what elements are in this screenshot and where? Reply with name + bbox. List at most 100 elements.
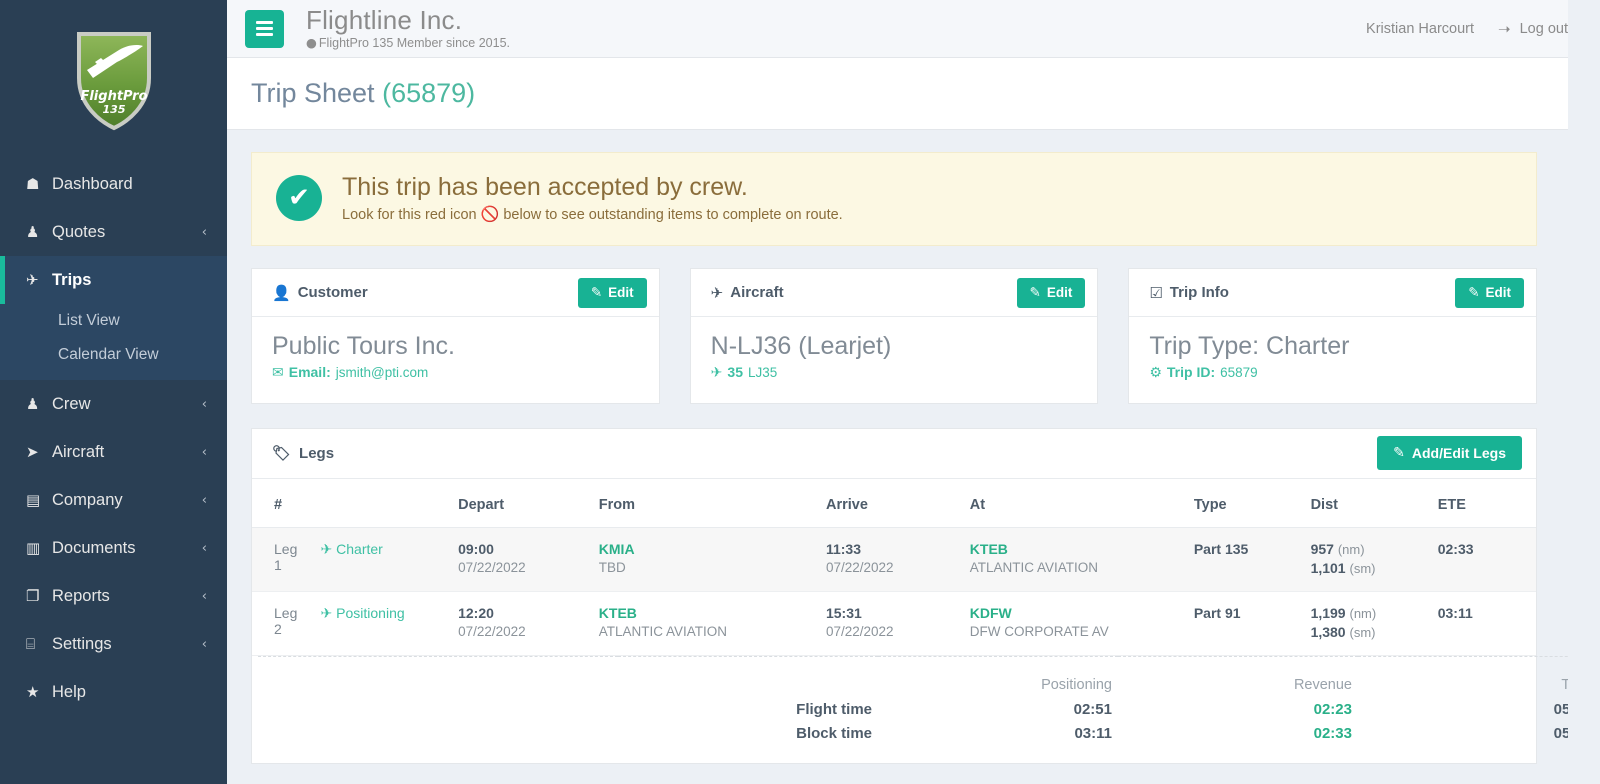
building-icon: ▤ xyxy=(26,491,41,509)
sidebar-item-label: Help xyxy=(52,682,86,701)
page-scrollbar[interactable] xyxy=(1568,0,1600,784)
page-title-bar: Trip Sheet (65879) xyxy=(227,58,1569,130)
flight-time-positioning: 02:51 xyxy=(1073,700,1112,718)
aircraft-card-title: ✈ Aircraft xyxy=(711,284,784,302)
gear-icon: ⚙ xyxy=(1149,364,1162,381)
dist-nm-value: 957 xyxy=(1310,540,1334,557)
legs-totals-table: Positioning Revenue Total Flight time 02… xyxy=(258,655,1598,745)
dist-sm-line: 1,380 (sm) xyxy=(1311,624,1426,640)
sidebar-item-list-view[interactable]: List View xyxy=(0,304,227,338)
col-header-dist: Dist xyxy=(1304,478,1432,528)
tag-icon: 🏷 xyxy=(272,444,292,462)
sidebar-item-company[interactable]: ▤ Company ‹ xyxy=(0,476,227,524)
depart-time: 09:00 xyxy=(458,540,494,557)
trip-info-card-title-text: Trip Info xyxy=(1169,284,1229,301)
edit-aircraft-label: Edit xyxy=(1046,285,1073,300)
leg-number: Leg 1 xyxy=(252,527,315,592)
svg-text:135: 135 xyxy=(102,103,125,116)
pencil-square-icon: ✎ xyxy=(1393,445,1405,461)
sidebar-item-calendar-view[interactable]: Calendar View xyxy=(0,338,227,372)
alert-title: This trip has been accepted by crew. xyxy=(342,173,748,201)
aircraft-card-title-text: Aircraft xyxy=(730,284,784,301)
add-edit-legs-button[interactable]: ✎ Add/Edit Legs xyxy=(1377,436,1522,470)
app-logo[interactable]: FlightPro 135 xyxy=(0,0,227,160)
totals-body: Flight time 02:51 02:23 05:14 Block time… xyxy=(258,697,1598,745)
sidebar-item-reports[interactable]: ❐ Reports ‹ xyxy=(0,572,227,620)
star-icon: ★ xyxy=(26,683,40,701)
from-airport-code[interactable]: KMIA xyxy=(599,541,814,557)
ban-icon: 🚫 xyxy=(480,205,500,223)
leg-kind: ✈ Charter xyxy=(314,527,453,592)
user-name[interactable]: Kristian Harcourt xyxy=(1366,21,1474,37)
dist-nm-unit: (nm) xyxy=(1337,541,1365,557)
from-airport-code[interactable]: KTEB xyxy=(599,605,814,621)
trip-id-row: ⚙ Trip ID: 65879 xyxy=(1149,364,1516,381)
table-row[interactable]: Leg 1 ✈ Charter 09:00 07/22/2022 KMIA TB… xyxy=(252,527,1536,592)
sidebar-item-documents[interactable]: ▥ Documents ‹ xyxy=(0,524,227,572)
col-header-at: At xyxy=(963,478,1188,528)
hamburger-icon-bar xyxy=(256,21,273,24)
page-title: Trip Sheet (65879) xyxy=(251,78,475,109)
customer-card-header: 👤 Customer ✎ Edit xyxy=(252,269,659,317)
at-airport-code[interactable]: KDFW xyxy=(970,605,1182,621)
sidebar-nav: ☗ Dashboard ♟ Quotes ‹ ✈ Trips List View… xyxy=(0,160,227,716)
app-root: FlightPro 135 ☗ Dashboard ♟ Quotes ‹ ✈ T… xyxy=(0,0,1600,784)
dist-sm-line: 1,101 (sm) xyxy=(1311,560,1426,576)
leg-type: Part 135 xyxy=(1187,527,1305,592)
copy-icon: ❐ xyxy=(26,587,40,605)
alert-sub-after: below to see outstanding items to comple… xyxy=(503,207,843,223)
dist-sm-value: 1,380 xyxy=(1310,623,1346,640)
totals-row-flight-time: Flight time 02:51 02:23 05:14 xyxy=(258,697,1598,721)
customer-email-value[interactable]: jsmith@pti.com xyxy=(336,365,428,380)
laptop-icon: ⌸ xyxy=(26,635,36,653)
top-bar-right: Kristian Harcourt ➝ Log out xyxy=(1366,20,1568,38)
customer-name: Public Tours Inc. xyxy=(272,332,455,360)
at-fbo: ATLANTIC AVIATION xyxy=(969,559,1099,575)
leg-at: KTEB ATLANTIC AVIATION xyxy=(963,527,1188,592)
svg-text:FlightPro: FlightPro xyxy=(80,89,147,104)
at-airport-code[interactable]: KTEB xyxy=(970,541,1182,557)
menu-toggle-button[interactable] xyxy=(245,9,284,48)
alert-subtitle: Look for this red icon 🚫 below to see ou… xyxy=(342,205,843,223)
aircraft-card: ✈ Aircraft ✎ Edit N-LJ36 (Learjet) ✈ 35 xyxy=(689,268,1099,404)
aircraft-type-label: 35 xyxy=(727,363,743,380)
sidebar-item-dashboard[interactable]: ☗ Dashboard xyxy=(0,160,227,208)
from-fbo: ATLANTIC AVIATION xyxy=(598,623,728,639)
totals-row-label-spacer xyxy=(618,656,878,697)
edit-customer-label: Edit xyxy=(608,285,634,300)
edit-customer-button[interactable]: ✎ Edit xyxy=(577,277,647,308)
sidebar-item-quotes[interactable]: ♟ Quotes ‹ xyxy=(0,208,227,256)
users-icon: ♟ xyxy=(26,395,40,413)
customer-email-label: Email: xyxy=(288,363,331,380)
legs-table: # Depart From Arrive At Type Dist ETE Le… xyxy=(252,478,1536,656)
arrive-time: 15:31 xyxy=(825,604,862,621)
file-icon: ▥ xyxy=(26,539,41,557)
chevron-left-icon: ‹ xyxy=(201,492,207,508)
block-time-total: 05:44 xyxy=(1358,721,1598,745)
totals-header-row: Positioning Revenue Total xyxy=(258,656,1598,697)
main-region: Flightline Inc. ● FlightPro 135 Member si… xyxy=(227,0,1600,784)
home-icon: ☗ xyxy=(26,175,40,193)
edit-trip-info-button[interactable]: ✎ Edit xyxy=(1455,277,1525,308)
trip-info-card-title: ☑ Trip Info xyxy=(1149,284,1229,302)
arrive-date: 07/22/2022 xyxy=(825,623,894,639)
table-row[interactable]: Leg 2 ✈ Positioning 12:20 07/22/2022 KTE… xyxy=(252,591,1536,656)
pencil-square-icon: ✎ xyxy=(1468,284,1480,301)
sidebar-item-aircraft[interactable]: ➤ Aircraft ‹ xyxy=(0,428,227,476)
sidebar-item-help[interactable]: ★ Help xyxy=(0,668,227,716)
logout-button[interactable]: ➝ Log out xyxy=(1498,20,1568,38)
trip-info-card-header: ☑ Trip Info ✎ Edit xyxy=(1129,269,1537,317)
leg-from: KMIA TBD xyxy=(592,527,820,592)
sidebar-item-settings[interactable]: ⌸ Settings ‹ xyxy=(0,620,227,668)
sidebar-item-crew[interactable]: ♟ Crew ‹ xyxy=(0,380,227,428)
hamburger-icon-bar xyxy=(256,33,273,36)
edit-aircraft-button[interactable]: ✎ Edit xyxy=(1016,277,1086,308)
at-fbo: DFW CORPORATE AV xyxy=(969,623,1109,639)
sidebar-item-label: Quotes xyxy=(52,222,106,241)
trip-info-card-body: Trip Type: Charter ⚙ Trip ID: 65879 xyxy=(1129,317,1536,403)
sidebar-item-trips[interactable]: ✈ Trips xyxy=(0,256,227,304)
logout-label: Log out xyxy=(1519,20,1568,37)
arrive-date: 07/22/2022 xyxy=(825,559,894,575)
totals-head: Positioning Revenue Total xyxy=(258,656,1598,697)
check-square-icon: ☑ xyxy=(1149,283,1163,302)
